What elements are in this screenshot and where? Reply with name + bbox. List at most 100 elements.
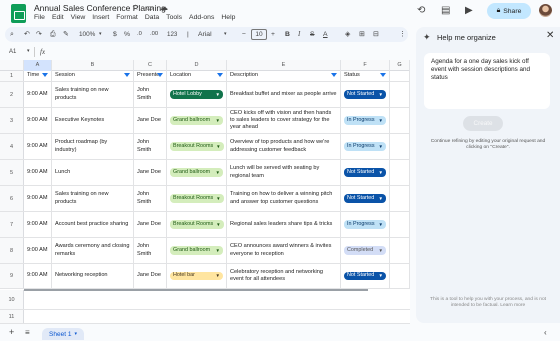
cell-description[interactable]: CEO kicks off with vision and then hands… — [227, 108, 341, 133]
chevron-down-icon[interactable]: ▼ — [379, 169, 383, 176]
status-chip[interactable]: In Progress ▼ — [344, 142, 386, 151]
filter-icon[interactable] — [42, 73, 48, 77]
empty-cell[interactable] — [390, 160, 410, 185]
menu-data[interactable]: Data — [145, 14, 159, 21]
cell-time[interactable]: 9:00 AM — [24, 108, 52, 133]
cell-time[interactable]: 9:00 AM — [24, 264, 52, 288]
empty-cell[interactable] — [390, 186, 410, 211]
chevron-down-icon[interactable]: ▼ — [216, 143, 220, 150]
cell-status[interactable]: Not Started ▼ — [341, 160, 390, 185]
chevron-down-icon[interactable]: ▼ — [216, 195, 220, 202]
cell-status[interactable]: Not Started ▼ — [341, 82, 390, 107]
create-button[interactable]: Create — [463, 116, 503, 131]
cell-description[interactable]: Celebratory reception and networking eve… — [227, 264, 341, 288]
cell-presenter[interactable]: Jane Doe — [134, 264, 167, 288]
column-header-d[interactable]: D — [167, 60, 227, 71]
row-number[interactable]: 3 — [0, 108, 24, 133]
header-status[interactable]: Status — [341, 71, 390, 81]
search-menus-icon[interactable]: ⌕ — [10, 29, 14, 40]
number-format-button[interactable]: 123 — [167, 29, 177, 40]
empty-cell[interactable] — [390, 212, 410, 237]
cell-time[interactable]: 9:00 AM — [24, 160, 52, 185]
empty-cell[interactable] — [390, 264, 410, 288]
column-header-e[interactable]: E — [227, 60, 341, 71]
all-sheets-icon[interactable]: ≡ — [25, 328, 30, 337]
menu-view[interactable]: View — [71, 14, 86, 21]
empty-cell[interactable] — [390, 82, 410, 107]
cloud-status-icon[interactable]: ☁ — [160, 3, 168, 12]
avatar[interactable] — [539, 4, 552, 17]
cell-session[interactable]: Executive Keynotes — [52, 108, 134, 133]
chevron-down-icon[interactable]: ▼ — [379, 221, 383, 228]
cell-status[interactable]: Not Started ▼ — [341, 264, 390, 288]
text-color-button[interactable]: A — [323, 29, 328, 40]
empty-cell[interactable] — [390, 238, 410, 263]
cell-location[interactable]: Breakout Rooms ▼ — [167, 134, 227, 159]
cell-session[interactable]: Sales training on new products — [52, 82, 134, 107]
status-chip[interactable]: Not Started ▼ — [344, 194, 386, 203]
location-chip[interactable]: Grand ballroom ▼ — [170, 116, 223, 125]
more-options-icon[interactable]: ⋮ — [399, 29, 406, 40]
redo-icon[interactable]: ↷ — [36, 29, 42, 40]
row-number[interactable]: 10 — [0, 290, 24, 309]
filter-icon[interactable] — [157, 73, 163, 77]
cell-status[interactable]: Completed ▼ — [341, 238, 390, 263]
cell-presenter[interactable]: John Smith — [134, 238, 167, 263]
collapse-side-panel-icon[interactable]: ‹ — [544, 328, 547, 337]
cell-presenter[interactable]: John Smith — [134, 82, 167, 107]
status-chip[interactable]: Not Started ▼ — [344, 168, 386, 177]
cell-description[interactable]: Overview of top products and how we're a… — [227, 134, 341, 159]
row-number[interactable]: 11 — [0, 310, 24, 323]
cell-description[interactable]: Breakfast buffet and mixer as people arr… — [227, 82, 341, 107]
cell-location[interactable]: Hotel Lobby ▼ — [167, 82, 227, 107]
cell-presenter[interactable]: Jane Doe — [134, 212, 167, 237]
row-number[interactable]: 6 — [0, 186, 24, 211]
undo-icon[interactable]: ↶ — [24, 29, 30, 40]
strikethrough-button[interactable]: S — [310, 29, 315, 40]
location-chip[interactable]: Breakout Rooms ▼ — [170, 142, 224, 151]
column-header-f[interactable]: F — [341, 60, 390, 71]
name-box[interactable]: A1 — [9, 49, 16, 55]
row-number[interactable]: 9 — [0, 264, 24, 288]
cell-description[interactable]: Lunch will be served with seating by reg… — [227, 160, 341, 185]
chevron-down-icon[interactable]: ▼ — [379, 195, 383, 202]
cell-status[interactable]: In Progress ▼ — [341, 212, 390, 237]
cell-time[interactable]: 9:00 AM — [24, 212, 52, 237]
print-icon[interactable]: ⎙ — [50, 29, 55, 40]
row-number[interactable]: 4 — [0, 134, 24, 159]
prompt-input[interactable]: Agenda for a one day sales kick off even… — [424, 53, 550, 109]
column-header-b[interactable]: B — [52, 60, 134, 71]
cell-description[interactable]: CEO announces award winners & invites ev… — [227, 238, 341, 263]
font-size-input[interactable]: 10 — [251, 29, 267, 40]
cell-session[interactable]: Account best practice sharing — [52, 212, 134, 237]
chevron-down-icon[interactable]: ▼ — [216, 169, 220, 176]
cell-status[interactable]: Not Started ▼ — [341, 186, 390, 211]
cell-time[interactable]: 9:00 AM — [24, 82, 52, 107]
location-chip[interactable]: Breakout Rooms ▼ — [170, 194, 224, 203]
row-number[interactable]: 8 — [0, 238, 24, 263]
location-chip[interactable]: Grand ballroom ▼ — [170, 168, 223, 177]
chevron-down-icon[interactable]: ▼ — [379, 117, 383, 124]
font-size-decrease-button[interactable]: − — [242, 29, 246, 40]
font-size-increase-button[interactable]: + — [271, 29, 275, 40]
cell-location[interactable]: Grand ballroom ▼ — [167, 108, 227, 133]
chevron-down-icon[interactable]: ▼ — [216, 117, 220, 124]
location-chip[interactable]: Breakout Rooms ▼ — [170, 220, 224, 229]
menu-tools[interactable]: Tools — [166, 14, 182, 21]
format-currency-button[interactable]: $ — [113, 29, 117, 40]
increase-decimal-button[interactable]: .00 — [150, 29, 158, 40]
cell-description[interactable]: Regional sales leaders share tips & tric… — [227, 212, 341, 237]
name-box-dropdown-icon[interactable]: ▾ — [27, 48, 30, 54]
status-chip[interactable]: In Progress ▼ — [344, 116, 386, 125]
format-percent-button[interactable]: % — [124, 29, 130, 40]
column-header-a[interactable]: A — [24, 60, 52, 71]
zoom-dropdown-icon[interactable]: ▾ — [99, 29, 102, 40]
row-number[interactable]: 1 — [0, 71, 24, 81]
chevron-down-icon[interactable]: ▼ — [379, 247, 383, 254]
cell-location[interactable]: Breakout Rooms ▼ — [167, 212, 227, 237]
empty-cell[interactable] — [390, 71, 410, 81]
font-select[interactable]: Arial — [198, 29, 212, 40]
history-icon[interactable]: ⟲ — [417, 5, 425, 16]
paint-format-icon[interactable]: ✎ — [63, 29, 69, 40]
star-icon[interactable]: ☆ — [132, 3, 139, 12]
